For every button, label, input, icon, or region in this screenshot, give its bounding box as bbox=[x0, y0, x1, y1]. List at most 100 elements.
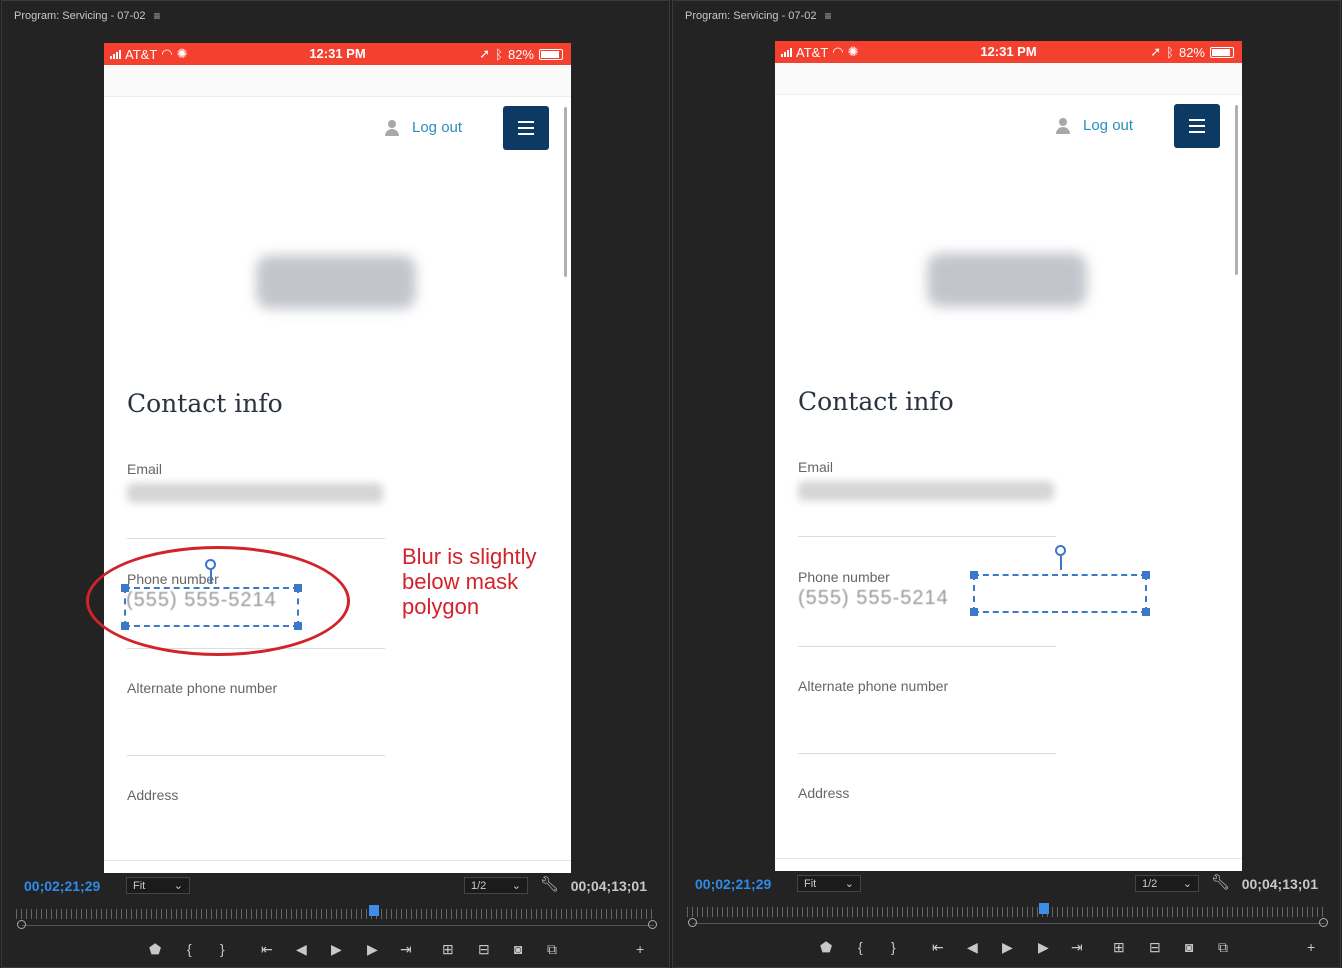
step-back-icon[interactable]: ◀ bbox=[967, 939, 978, 956]
phone-label: Phone number bbox=[798, 569, 890, 585]
chevron-down-icon: ⌄ bbox=[844, 878, 854, 890]
timeline-track[interactable] bbox=[693, 923, 1325, 924]
track-end-handle[interactable] bbox=[648, 920, 657, 929]
page-title: Contact info bbox=[798, 387, 954, 416]
phone-screen: AT&T ◠ ✺ 12:31 PM ➚ ᛒ 82% Log out Contac… bbox=[104, 43, 571, 873]
wrench-icon[interactable]: 🔧︎ bbox=[540, 875, 559, 893]
timeline-track[interactable] bbox=[22, 925, 654, 926]
in-point-icon[interactable]: { bbox=[187, 941, 192, 957]
marker-icon[interactable]: ⬟ bbox=[820, 939, 832, 956]
go-to-out-icon[interactable]: ⇥ bbox=[1071, 939, 1083, 956]
bluetooth-icon: ᛒ bbox=[495, 46, 503, 62]
status-right: ➚ ᛒ 82% bbox=[479, 46, 563, 62]
go-to-in-icon[interactable]: ⇤ bbox=[932, 939, 944, 956]
extract-icon[interactable]: ⊟ bbox=[1149, 939, 1161, 956]
mask-rotate-handle[interactable] bbox=[1055, 545, 1066, 556]
camera-icon[interactable]: ◙ bbox=[1185, 939, 1193, 955]
logout-link[interactable]: Log out bbox=[1055, 117, 1133, 134]
compare-icon[interactable]: ⧉ bbox=[1218, 939, 1228, 956]
address-bar-area bbox=[104, 65, 571, 97]
step-back-icon[interactable]: ◀ bbox=[296, 941, 307, 958]
transport-controls: ⬟ { } ⇤ ◀ ▶ ▶ ⇥ ⊞ ⊟ ◙ ⧉ + bbox=[2, 941, 669, 961]
panel-title-text: Program: Servicing - 07-02 bbox=[685, 10, 817, 22]
chevron-down-icon: ⌄ bbox=[173, 880, 183, 892]
add-icon[interactable]: + bbox=[636, 941, 644, 957]
address-label: Address bbox=[127, 787, 179, 803]
logout-label: Log out bbox=[412, 119, 463, 136]
compare-icon[interactable]: ⧉ bbox=[547, 941, 557, 958]
bottom-divider bbox=[775, 858, 1242, 859]
lift-icon[interactable]: ⊞ bbox=[442, 941, 454, 958]
timeline-ruler[interactable] bbox=[687, 907, 1327, 917]
alt-phone-underline[interactable] bbox=[798, 753, 1056, 754]
step-forward-icon[interactable]: ▶ bbox=[1038, 939, 1049, 956]
email-label: Email bbox=[127, 461, 163, 477]
current-timecode[interactable]: 00;02;21;29 bbox=[695, 876, 771, 892]
resolution-select-value: 1/2 bbox=[1142, 877, 1158, 890]
track-start-handle[interactable] bbox=[17, 920, 26, 929]
list-menu-icon[interactable]: ≡ bbox=[153, 9, 160, 23]
person-icon bbox=[1055, 117, 1071, 134]
camera-icon[interactable]: ◙ bbox=[514, 941, 522, 957]
transport-controls: ⬟ { } ⇤ ◀ ▶ ▶ ⇥ ⊞ ⊟ ◙ ⧉ + bbox=[673, 939, 1340, 959]
email-blurred-value bbox=[798, 481, 1054, 501]
current-timecode[interactable]: 00;02;21;29 bbox=[24, 878, 100, 894]
hamburger-icon[interactable] bbox=[503, 106, 549, 150]
playhead[interactable] bbox=[1039, 903, 1049, 914]
mask-vertex[interactable] bbox=[1142, 608, 1150, 616]
play-icon[interactable]: ▶ bbox=[1002, 939, 1013, 956]
scrollbar[interactable] bbox=[1235, 105, 1238, 275]
play-icon[interactable]: ▶ bbox=[331, 941, 342, 958]
resolution-select[interactable]: 1/2 ⌄ bbox=[464, 877, 528, 894]
track-end-handle[interactable] bbox=[1319, 918, 1328, 927]
bluetooth-icon: ᛒ bbox=[1166, 44, 1174, 60]
page-title: Contact info bbox=[127, 389, 283, 418]
phone-screen: AT&T ◠ ✺ 12:31 PM ➚ ᛒ 82% Log out Contac… bbox=[775, 41, 1242, 871]
track-start-handle[interactable] bbox=[688, 918, 697, 927]
out-point-icon[interactable]: } bbox=[220, 941, 225, 957]
email-underline bbox=[798, 536, 1056, 537]
resolution-select-value: 1/2 bbox=[471, 879, 487, 892]
lift-icon[interactable]: ⊞ bbox=[1113, 939, 1125, 956]
go-to-out-icon[interactable]: ⇥ bbox=[400, 941, 412, 958]
location-icon: ➚ bbox=[1150, 44, 1162, 59]
add-icon[interactable]: + bbox=[1307, 939, 1315, 955]
program-monitor-right: Program: Servicing - 07-02 ≡ AT&T ◠ ✺ 12… bbox=[672, 0, 1341, 968]
alt-phone-label: Alternate phone number bbox=[798, 678, 949, 694]
mask-handle-stem bbox=[1060, 556, 1062, 570]
panel-title-text: Program: Servicing - 07-02 bbox=[14, 10, 146, 22]
panel-title: Program: Servicing - 07-02 ≡ bbox=[685, 9, 831, 23]
scrollbar[interactable] bbox=[564, 107, 567, 277]
annotation-circle bbox=[86, 546, 350, 656]
hamburger-icon[interactable] bbox=[1174, 104, 1220, 148]
zoom-select[interactable]: Fit ⌄ bbox=[797, 875, 861, 892]
out-point-icon[interactable]: } bbox=[891, 939, 896, 955]
mask-vertex[interactable] bbox=[970, 608, 978, 616]
playhead[interactable] bbox=[369, 905, 379, 916]
phone-value[interactable]: (555) 555-5214 bbox=[798, 587, 949, 610]
chevron-down-icon: ⌄ bbox=[1182, 878, 1192, 890]
status-bar: AT&T ◠ ✺ 12:31 PM ➚ ᛒ 82% bbox=[775, 41, 1242, 63]
alt-phone-underline[interactable] bbox=[127, 755, 385, 756]
mask-vertex[interactable] bbox=[970, 571, 978, 579]
marker-icon[interactable]: ⬟ bbox=[149, 941, 161, 958]
duration-timecode: 00;04;13;01 bbox=[1241, 876, 1318, 892]
program-monitor-left: Program: Servicing - 07-02 ≡ AT&T ◠ ✺ 12… bbox=[1, 0, 670, 968]
extract-icon[interactable]: ⊟ bbox=[478, 941, 490, 958]
resolution-select[interactable]: 1/2 ⌄ bbox=[1135, 875, 1199, 892]
bottom-divider bbox=[104, 860, 571, 861]
step-forward-icon[interactable]: ▶ bbox=[367, 941, 378, 958]
mask-polygon[interactable] bbox=[970, 571, 1150, 616]
list-menu-icon[interactable]: ≡ bbox=[824, 9, 831, 23]
person-icon bbox=[384, 119, 400, 136]
logout-link[interactable]: Log out bbox=[384, 119, 462, 136]
alt-phone-label: Alternate phone number bbox=[127, 680, 278, 696]
battery-icon bbox=[539, 48, 563, 60]
in-point-icon[interactable]: { bbox=[858, 939, 863, 955]
timeline-ruler[interactable] bbox=[16, 909, 656, 919]
go-to-in-icon[interactable]: ⇤ bbox=[261, 941, 273, 958]
mask-vertex[interactable] bbox=[1142, 571, 1150, 579]
zoom-select[interactable]: Fit ⌄ bbox=[126, 877, 190, 894]
wrench-icon[interactable]: 🔧︎ bbox=[1211, 873, 1230, 891]
annotation-text: Blur is slightly below mask polygon bbox=[402, 544, 537, 619]
